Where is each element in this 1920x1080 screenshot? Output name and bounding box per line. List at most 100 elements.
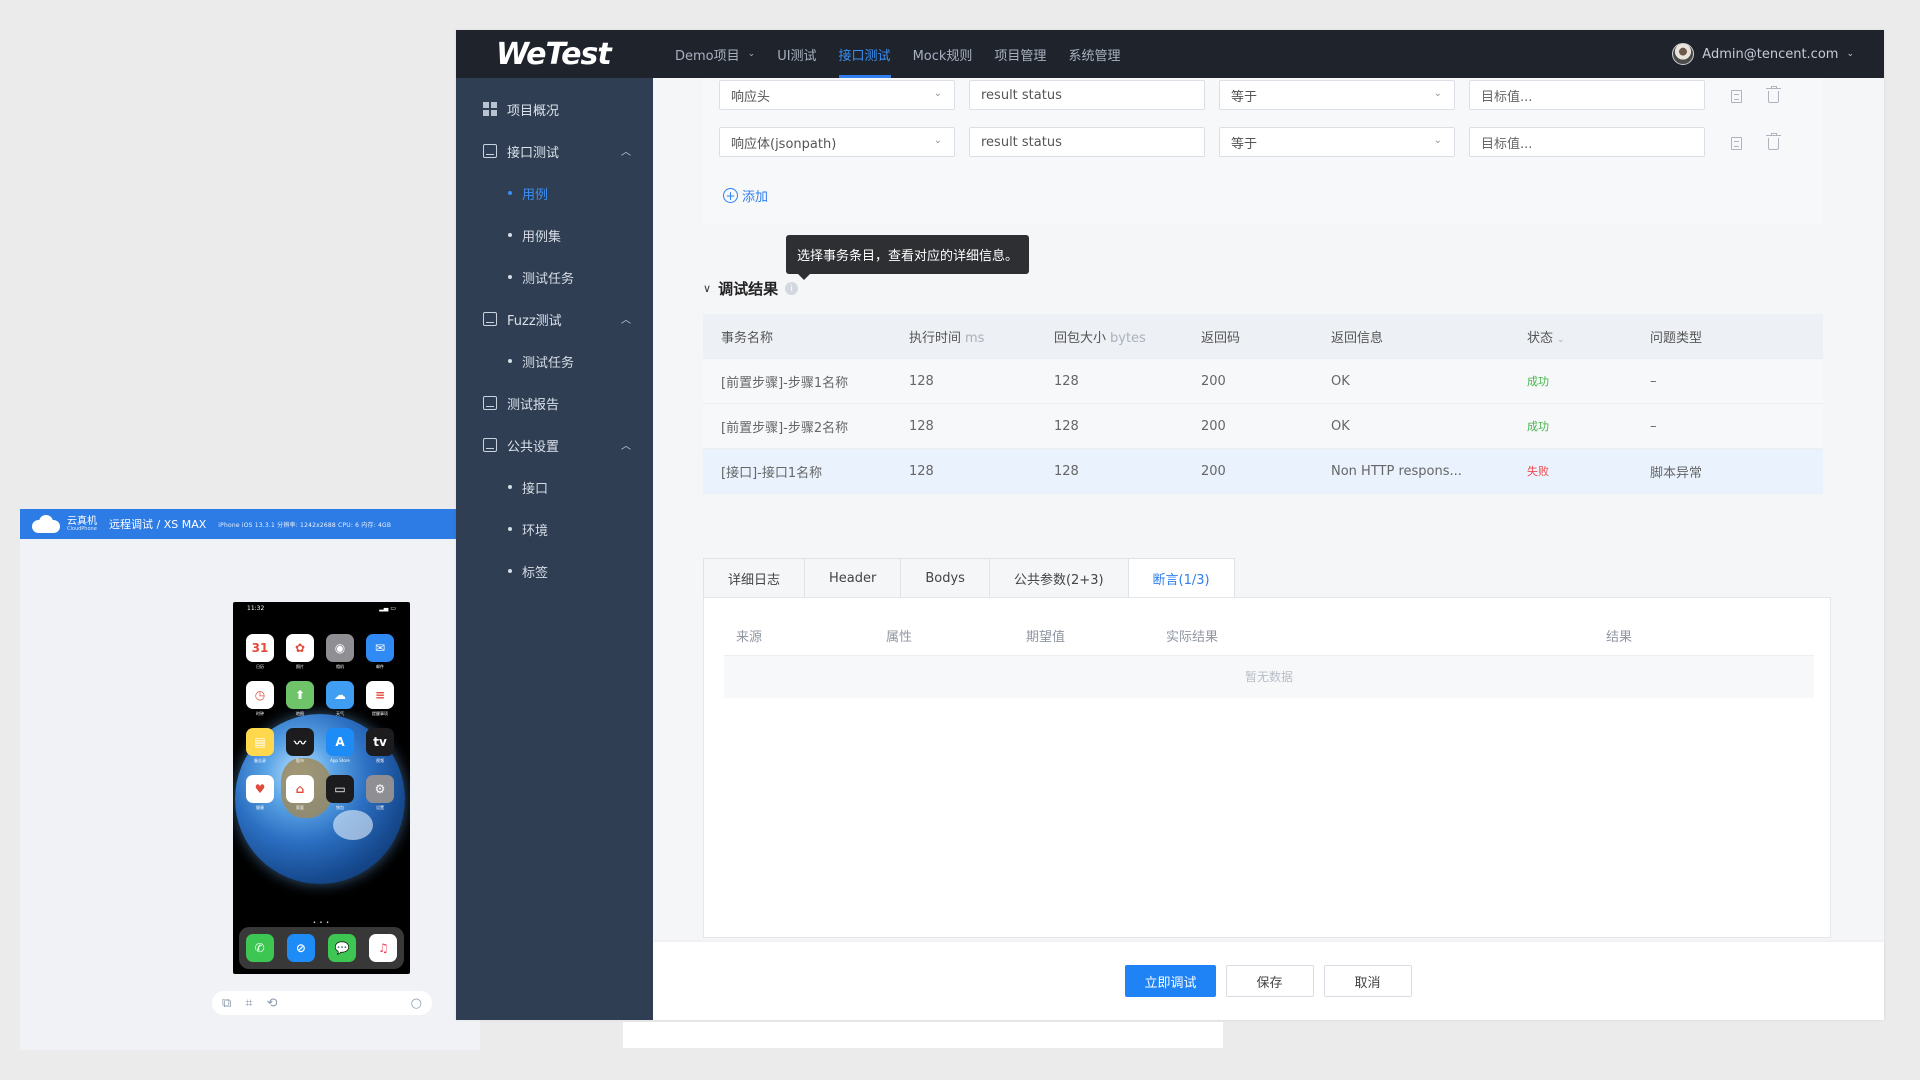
cell-text: 128 (1054, 373, 1079, 389)
sidebar-item-fuzz-tasks[interactable]: 测试任务 (456, 340, 653, 382)
top-nav-item[interactable]: Demo项目 ⌄ (664, 30, 766, 78)
table-row[interactable]: [接口]-接口1名称 128 128 200 Non HTTP respons... 失败… (703, 449, 1823, 494)
app-icon[interactable]: 31 日历 (246, 634, 274, 669)
app-icon[interactable]: tv 视频 (366, 728, 394, 763)
col-size-unit: bytes (1110, 330, 1146, 346)
target-input[interactable]: 目标值... (1469, 80, 1705, 110)
tab-2[interactable]: Bodys (900, 558, 990, 598)
app-icon[interactable]: ⬆ 地图 (286, 681, 314, 716)
info-icon[interactable]: i (785, 282, 799, 295)
tab-4[interactable]: 断言(1/3) (1127, 558, 1235, 598)
sidebar-item-interfaces[interactable]: 接口 (456, 466, 653, 508)
cell-name: [接口]-接口1名称 (703, 462, 891, 481)
field-input[interactable]: result status (969, 127, 1205, 157)
app-icon[interactable]: A App Store (326, 728, 354, 763)
plus-circle-icon: + (723, 188, 738, 203)
app-icon[interactable]: ✉ 邮件 (366, 634, 394, 669)
cell-name: [前置步骤]-步骤1名称 (703, 372, 891, 391)
cell-size: 128 (1036, 419, 1183, 434)
sidebar-item-test-tasks[interactable]: 测试任务 (456, 256, 653, 298)
app-label: 设置 (376, 805, 384, 810)
brand-cn: 云真机 (67, 515, 97, 527)
app-icon[interactable]: 〰股市 (286, 728, 314, 763)
sidebar-group-public[interactable]: 公共设置 ︿ (456, 424, 653, 466)
sidebar-group-fuzz[interactable]: Fuzz测试 ︿ (456, 298, 653, 340)
top-nav-item[interactable]: 项目管理 (983, 30, 1057, 78)
add-assertion-button[interactable]: + 添加 (723, 186, 768, 205)
trash-icon[interactable] (1766, 133, 1781, 150)
table-row[interactable]: [前置步骤]-步骤1名称 128 128 200 OK 成功 – (703, 359, 1823, 404)
dock-app-icon[interactable]: ✆ (245, 934, 274, 962)
app-glyph: tv (373, 735, 387, 749)
home-button-icon[interactable]: ○ (411, 996, 422, 1011)
app-glyph: ✆ (254, 941, 265, 955)
top-nav-item[interactable]: UI测试 (766, 30, 827, 78)
user-menu[interactable]: Admin@tencent.com ⌄ (1672, 43, 1854, 65)
source-select[interactable]: 响应体(jsonpath) ⌄ (719, 127, 955, 157)
cell-text: 128 (1054, 418, 1079, 434)
app-icon[interactable]: ♥ 健康 (246, 775, 274, 810)
cancel-button[interactable]: 取消 (1323, 965, 1412, 997)
dock-app-icon[interactable]: 💬 (328, 934, 357, 962)
dock-app-icon[interactable]: ♫ (369, 934, 398, 962)
document-icon (483, 312, 497, 326)
tab-0[interactable]: 详细日志 (703, 558, 806, 598)
table-row[interactable]: [前置步骤]-步骤2名称 128 128 200 OK 成功 – (703, 404, 1823, 449)
app-glyph: ✿ (294, 641, 306, 655)
app-icon[interactable]: ≡ 提醒事项 (366, 681, 394, 716)
add-label: 添加 (742, 190, 769, 205)
app-icon[interactable]: ⚙ 设置 (366, 775, 394, 810)
cell-code: 200 (1183, 464, 1313, 479)
cell-size: 128 (1036, 374, 1183, 389)
emulator-title: 远程调试 / XS MAX (109, 518, 207, 531)
debug-results-header[interactable]: ∨ 调试结果 i (703, 278, 799, 299)
sidebar-item-tags[interactable]: 标签 (456, 550, 653, 592)
operator-select[interactable]: 等于 ⌄ (1219, 127, 1455, 157)
run-debug-button[interactable]: 立即调试 (1125, 965, 1216, 997)
wetest-window: WeTest Demo项目 ⌄ UI测试 接口测试 Mock规则 项目管理 系统管理 Adm… (456, 30, 1884, 1020)
app-icon[interactable]: ◷ 时钟 (246, 681, 274, 716)
dock-app-icon[interactable]: ⊘ (286, 934, 315, 962)
app-label: 家庭 (296, 805, 304, 810)
field-input[interactable]: result status (969, 80, 1205, 110)
scan-icon[interactable]: ⌗ (245, 996, 252, 1011)
top-nav-item[interactable]: 接口测试 (828, 30, 902, 78)
sidebar-item-cases[interactable]: 用例 (456, 172, 653, 214)
cell-text: OK (1331, 373, 1350, 389)
app-icon[interactable]: ⌂ 家庭 (286, 775, 314, 810)
cell-text: Non HTTP respons... (1331, 463, 1462, 479)
sidebar-group-api-test[interactable]: 接口测试 ︿ (456, 130, 653, 172)
app-icon[interactable]: ◉ 相机 (326, 634, 354, 669)
operator-select[interactable]: 等于 ⌄ (1219, 80, 1455, 110)
sidebar-item-overview[interactable]: 项目概况 (456, 88, 653, 130)
app-icon[interactable]: ▤ 备忘录 (246, 728, 274, 763)
top-nav-item[interactable]: 系统管理 (1057, 30, 1131, 78)
cell-name: [前置步骤]-步骤2名称 (703, 417, 891, 436)
phone-screen[interactable]: 11:32 ▂▄ ▭ 31 日历 ✿ 照片 ◉ 相机 ✉ 邮件 ◷ 时钟 ⬆ 地图 ☁ 天气 ≡ 提醒事项 ▤ 备… (233, 602, 410, 974)
app-icon[interactable]: ☁ 天气 (326, 681, 354, 716)
tab-1[interactable]: Header (804, 558, 902, 598)
cell-status: 成功 (1509, 373, 1632, 389)
save-button[interactable]: 保存 (1225, 965, 1314, 997)
copy-icon[interactable] (1731, 89, 1742, 103)
target-input[interactable]: 目标值... (1469, 127, 1705, 157)
wetest-logo[interactable]: WeTest (456, 37, 612, 72)
trash-icon[interactable] (1766, 86, 1781, 103)
top-nav-item[interactable]: Mock规则 (902, 30, 984, 78)
tab-3[interactable]: 公共参数(2+3) (988, 558, 1129, 598)
app-icon[interactable]: ▭ 钱包 (326, 775, 354, 810)
app-label: App Store (330, 758, 350, 763)
sidebar-item-report[interactable]: 测试报告 (456, 382, 653, 424)
col-status-label: 状态 (1527, 330, 1554, 346)
sidebar-item-environments[interactable]: 环境 (456, 508, 653, 550)
app-icon[interactable]: ✿ 照片 (286, 634, 314, 669)
screenshot-icon[interactable]: ⧉ (222, 996, 231, 1011)
copy-icon[interactable] (1731, 136, 1742, 150)
source-select[interactable]: 响应头 ⌄ (719, 80, 955, 110)
table-header: 事务名称 执行时间 ms 回包大小 bytes 返回码 返回信息 状态 ⌄ 问题类型 (703, 314, 1823, 359)
sidebar-item-case-sets[interactable]: 用例集 (456, 214, 653, 256)
document-icon (483, 438, 497, 452)
rotate-icon[interactable]: ⟲ (267, 996, 278, 1011)
col-status[interactable]: 状态 ⌄ (1509, 327, 1632, 346)
cell-msg: OK (1313, 374, 1509, 389)
